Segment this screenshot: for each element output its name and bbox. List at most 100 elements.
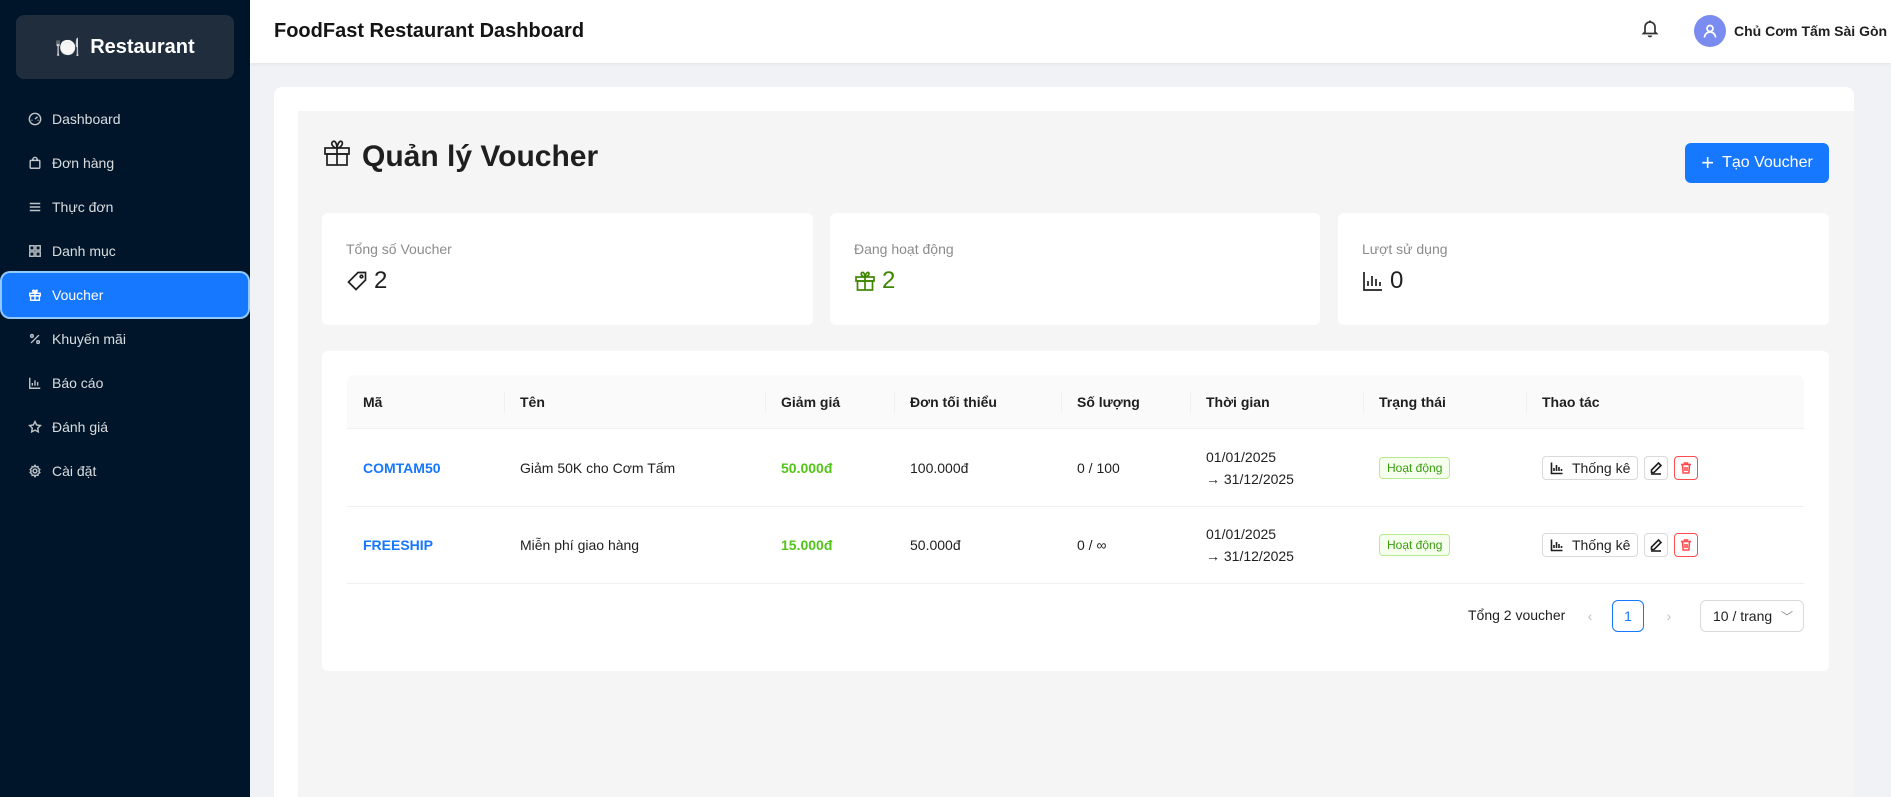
statistics-label: Thống kê bbox=[1572, 460, 1631, 476]
stat-label: Đang hoạt động bbox=[854, 241, 954, 257]
sidebar-item-label: Voucher bbox=[52, 287, 104, 303]
column-header[interactable]: Thao tác bbox=[1542, 394, 1600, 410]
statistics-button[interactable]: Thống kê bbox=[1542, 533, 1639, 557]
voucher-name: Giảm 50K cho Cơm Tấm bbox=[520, 460, 676, 476]
table-row: FREESHIP Miễn phí giao hàng 15.000đ 50.0… bbox=[347, 507, 1804, 584]
time-start: 01/01/2025 bbox=[1206, 526, 1277, 542]
edit-button[interactable] bbox=[1644, 533, 1668, 557]
shopping-bag-icon bbox=[28, 156, 42, 170]
delete-button[interactable] bbox=[1674, 533, 1698, 557]
stat-card-total: Tổng số Voucher 2 bbox=[322, 213, 813, 325]
table-row: COMTAM50 Giảm 50K cho Cơm Tấm 50.000đ 10… bbox=[347, 430, 1804, 507]
sidebar-item-categories[interactable]: Danh mục bbox=[0, 229, 250, 273]
column-header[interactable]: Đơn tối thiểu bbox=[910, 394, 997, 410]
sidebar-item-voucher[interactable]: Voucher bbox=[2, 273, 248, 317]
gift-icon bbox=[28, 288, 42, 302]
stat-label: Tổng số Voucher bbox=[346, 241, 452, 257]
sidebar-item-settings[interactable]: Cài đặt bbox=[0, 449, 250, 493]
sidebar-item-reviews[interactable]: Đánh giá bbox=[0, 405, 250, 449]
bar-chart-icon bbox=[1550, 462, 1563, 475]
time-end: → 31/12/2025 bbox=[1206, 471, 1294, 487]
edit-icon bbox=[1650, 538, 1663, 552]
user-icon bbox=[1703, 24, 1717, 38]
voucher-time: 01/01/2025 → 31/12/2025 bbox=[1206, 446, 1294, 490]
sidebar-menu: Dashboard Đơn hàng Thực đơn Danh mục Vou… bbox=[0, 97, 250, 493]
voucher-name: Miễn phí giao hàng bbox=[520, 537, 640, 553]
star-icon bbox=[28, 420, 42, 434]
dashboard-icon bbox=[28, 112, 42, 126]
create-voucher-button[interactable]: + Tạo Voucher bbox=[1685, 143, 1829, 183]
status-badge: Hoạt động bbox=[1379, 457, 1451, 479]
percent-icon bbox=[28, 332, 42, 346]
pagination-total: Tổng 2 voucher bbox=[1468, 607, 1566, 623]
time-end: → 31/12/2025 bbox=[1206, 548, 1294, 564]
status-badge: Hoạt động bbox=[1379, 534, 1451, 556]
stat-card-usage: Lượt sử dụng 0 bbox=[1338, 213, 1829, 325]
sidebar-item-dashboard[interactable]: Dashboard bbox=[0, 97, 250, 141]
page-size-select[interactable]: 10 / trang ﹀ bbox=[1700, 600, 1804, 632]
app-logo[interactable]: 🍽️ Restaurant bbox=[16, 15, 234, 79]
column-header[interactable]: Trạng thái bbox=[1379, 394, 1446, 410]
bell-icon[interactable] bbox=[1640, 18, 1662, 40]
logo-text: Restaurant bbox=[90, 35, 195, 58]
column-header[interactable]: Tên bbox=[520, 394, 545, 410]
voucher-min-order: 50.000đ bbox=[910, 537, 961, 553]
top-header: FoodFast Restaurant Dashboard Chủ Cơm Tấ… bbox=[250, 0, 1891, 63]
sidebar-item-label: Đánh giá bbox=[52, 419, 109, 435]
create-voucher-label: Tạo Voucher bbox=[1722, 154, 1813, 171]
sidebar-item-promotions[interactable]: Khuyến mãi bbox=[0, 317, 250, 361]
gift-icon bbox=[855, 271, 875, 291]
page-title-text: Quản lý Voucher bbox=[362, 140, 599, 173]
voucher-quantity: 0 / 100 bbox=[1077, 460, 1120, 476]
stat-label: Lượt sử dụng bbox=[1362, 241, 1448, 257]
voucher-time: 01/01/2025 → 31/12/2025 bbox=[1206, 523, 1294, 567]
edit-button[interactable] bbox=[1644, 456, 1668, 480]
column-header[interactable]: Thời gian bbox=[1206, 394, 1270, 410]
stat-value-text: 0 bbox=[1390, 267, 1404, 294]
sidebar-item-label: Báo cáo bbox=[52, 375, 104, 391]
sidebar-item-label: Dashboard bbox=[52, 111, 121, 127]
voucher-code[interactable]: COMTAM50 bbox=[363, 460, 441, 476]
sidebar-item-label: Đơn hàng bbox=[52, 155, 115, 171]
sidebar-item-label: Cài đặt bbox=[52, 463, 97, 479]
page-title: Quản lý Voucher bbox=[322, 138, 598, 176]
bar-chart-icon bbox=[28, 376, 42, 390]
next-page-button[interactable]: › bbox=[1657, 604, 1681, 628]
delete-button[interactable] bbox=[1674, 456, 1698, 480]
sidebar-item-reports[interactable]: Báo cáo bbox=[0, 361, 250, 405]
stat-value: 0 bbox=[1362, 267, 1805, 295]
sidebar-item-menu[interactable]: Thực đơn bbox=[0, 185, 250, 229]
tag-icon bbox=[347, 271, 367, 291]
gear-icon bbox=[28, 464, 42, 478]
column-header[interactable]: Giảm giá bbox=[781, 394, 840, 410]
sidebar-item-label: Danh mục bbox=[52, 243, 116, 259]
trash-icon bbox=[1681, 539, 1691, 551]
stat-value: 2 bbox=[346, 267, 789, 295]
statistics-button[interactable]: Thống kê bbox=[1542, 456, 1639, 480]
chevron-down-icon: ﹀ bbox=[1780, 609, 1793, 624]
edit-icon bbox=[1650, 461, 1663, 475]
plus-icon: + bbox=[1701, 150, 1715, 175]
statistics-label: Thống kê bbox=[1572, 537, 1631, 553]
sidebar: 🍽️ Restaurant Dashboard Đơn hàng Thực đơ… bbox=[0, 0, 250, 797]
prev-page-button[interactable]: ‹ bbox=[1578, 604, 1602, 628]
voucher-code[interactable]: FREESHIP bbox=[363, 537, 433, 553]
stat-value-text: 2 bbox=[882, 267, 896, 294]
page-button-current[interactable]: 1 bbox=[1612, 600, 1644, 632]
plate-icon: 🍽️ bbox=[55, 36, 81, 59]
gift-icon bbox=[322, 138, 352, 176]
time-start: 01/01/2025 bbox=[1206, 449, 1277, 465]
menu-list-icon bbox=[28, 200, 42, 214]
stat-value-text: 2 bbox=[374, 267, 388, 294]
column-header[interactable]: Mã bbox=[363, 394, 382, 410]
user-name[interactable]: Chủ Cơm Tấm Sài Gòn bbox=[1734, 23, 1887, 39]
bar-chart-icon bbox=[1550, 539, 1563, 552]
category-grid-icon bbox=[28, 244, 42, 258]
avatar[interactable] bbox=[1694, 15, 1726, 47]
sidebar-item-orders[interactable]: Đơn hàng bbox=[0, 141, 250, 185]
voucher-quantity: 0 / ∞ bbox=[1077, 537, 1107, 553]
column-header[interactable]: Số lượng bbox=[1077, 394, 1140, 410]
voucher-discount: 15.000đ bbox=[781, 537, 833, 553]
sidebar-item-label: Thực đơn bbox=[52, 199, 114, 215]
voucher-min-order: 100.000đ bbox=[910, 460, 969, 476]
